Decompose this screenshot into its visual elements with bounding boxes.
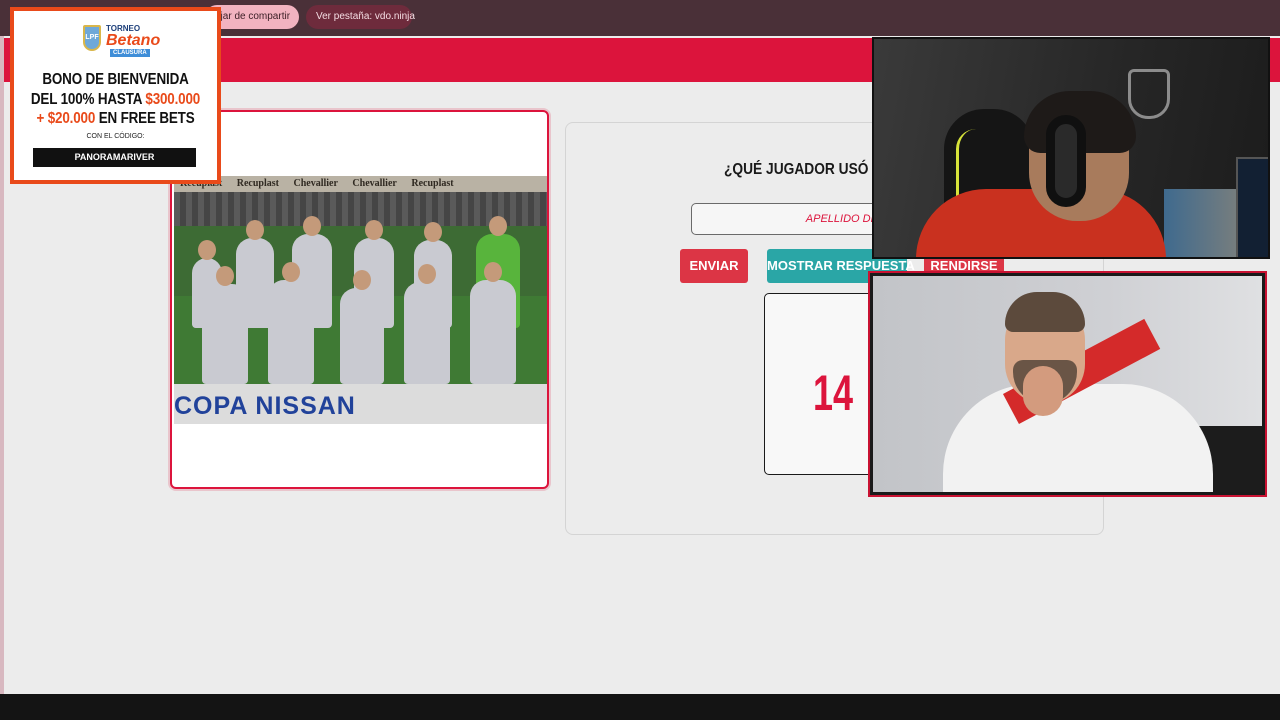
- sponsor-board: Chevallier: [352, 178, 397, 189]
- shirt-number: 14: [813, 365, 854, 421]
- sponsor-boards: Recuplast Recuplast Chevallier Chevallie…: [174, 176, 547, 192]
- betano-ad-overlay: LPF TORNEO Betano CLAUSURA BONO DE BIENV…: [10, 7, 221, 184]
- ad-headline-1: BONO DE BIENVENIDA: [42, 71, 189, 88]
- send-button[interactable]: ENVIAR: [680, 249, 748, 283]
- lpf-logo-icon: LPF: [83, 25, 101, 51]
- bottom-letterbox: [0, 694, 1280, 720]
- player: [268, 262, 314, 384]
- view-tab-button[interactable]: Ver pestaña: vdo.ninja: [306, 5, 415, 29]
- headset-icon: [1046, 115, 1086, 207]
- streamer-2-jersey: [943, 384, 1213, 492]
- ad-headline-3b: EN FREE BETS: [95, 110, 195, 127]
- team-photo-card: Recuplast Recuplast Chevallier Chevallie…: [170, 110, 549, 489]
- ad-headline-2: DEL 100% HASTA $300.000: [30, 91, 201, 109]
- sponsor-board: Recuplast: [236, 178, 279, 189]
- river-crest-icon: [1128, 69, 1170, 119]
- player: [202, 266, 248, 384]
- sponsor-board: Chevallier: [293, 178, 338, 189]
- player: [340, 270, 384, 384]
- ad-bonus-amount: $300.000: [145, 91, 201, 108]
- ad-code-label: CON EL CÓDIGO:: [86, 133, 145, 140]
- streamer-2-hand: [1023, 366, 1063, 416]
- ad-brand-logo: Betano: [106, 32, 161, 49]
- player: [404, 264, 450, 384]
- team-photo: Recuplast Recuplast Chevallier Chevallie…: [174, 176, 547, 384]
- photo-caption: COPA NISSAN: [174, 392, 356, 420]
- webcam-streamer-1: [872, 37, 1270, 259]
- ad-freebet-amount: + $20.000: [36, 110, 96, 127]
- page-edge: [0, 36, 4, 694]
- sponsor-board: Recuplast: [411, 178, 454, 189]
- ad-stage-badge: CLAUSURA: [110, 49, 150, 57]
- webcam-streamer-2: [868, 271, 1267, 497]
- monitor-icon: [1236, 157, 1268, 257]
- ad-headline-2a: DEL 100% HASTA: [30, 91, 146, 108]
- ad-headline-3: + $20.000 EN FREE BETS: [30, 110, 201, 128]
- ad-promo-code: PANORAMARIVER: [33, 148, 196, 167]
- player: [470, 262, 516, 384]
